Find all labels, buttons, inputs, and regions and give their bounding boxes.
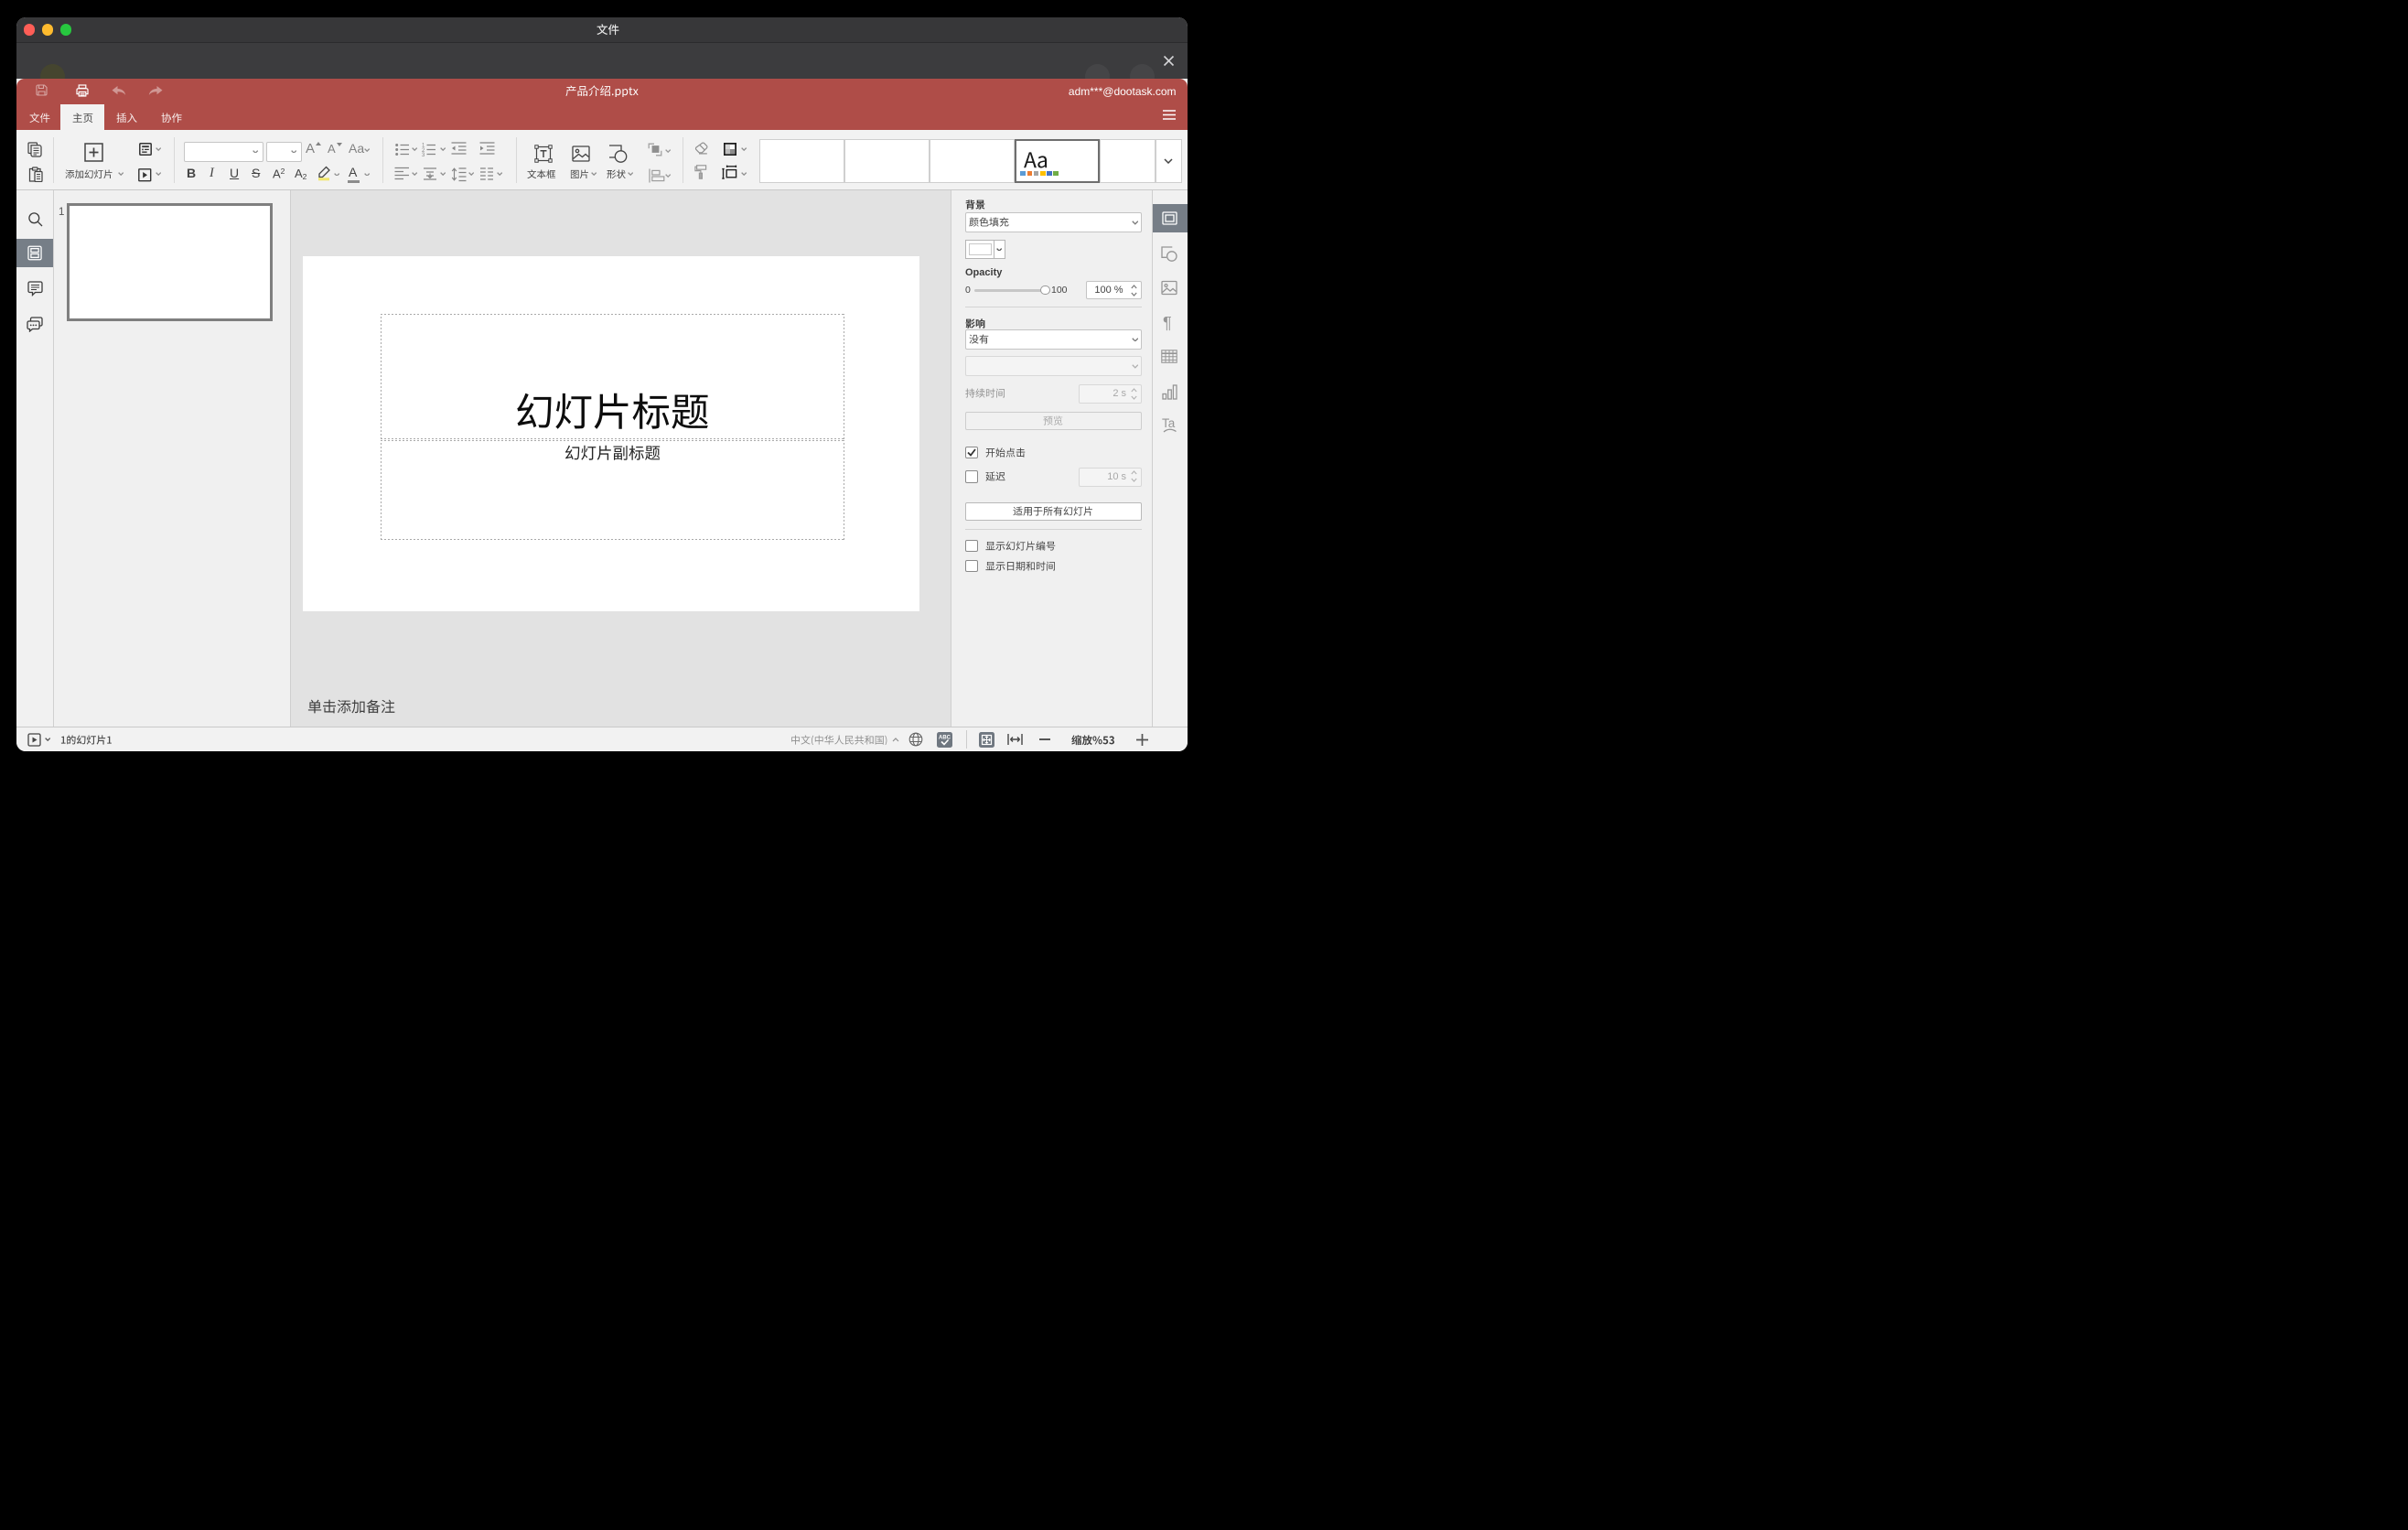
svg-text:ABC: ABC [939, 735, 951, 740]
svg-text:Ta: Ta [1162, 417, 1176, 430]
svg-text:3: 3 [422, 153, 425, 157]
